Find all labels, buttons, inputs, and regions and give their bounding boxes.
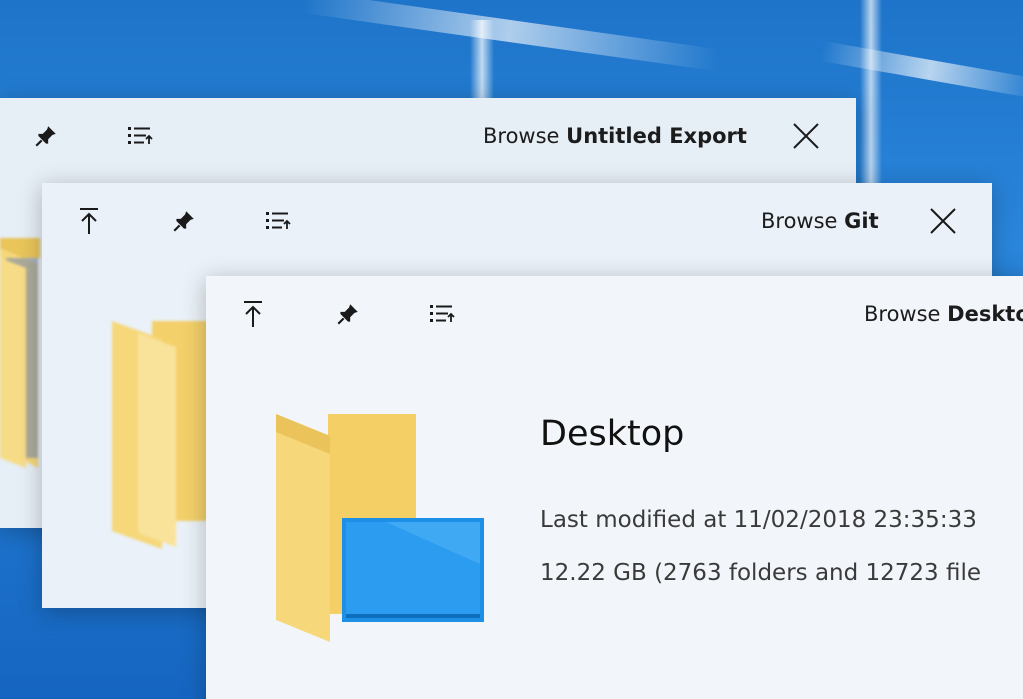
browse-window-desktop: Browse Deskto Desktop Last modified at 1… <box>206 276 1023 699</box>
list-icon <box>266 212 291 229</box>
pin-button[interactable] <box>168 205 200 237</box>
title-prefix: Browse <box>761 209 845 233</box>
pin-button[interactable] <box>332 298 364 330</box>
up-button[interactable] <box>237 298 269 330</box>
close-button[interactable] <box>787 117 825 155</box>
title-folder-name: Untitled Export <box>566 124 747 148</box>
title-folder-name: Git <box>844 209 879 233</box>
close-button[interactable] <box>924 202 962 240</box>
pin-icon <box>35 126 56 147</box>
pin-button[interactable] <box>30 120 62 152</box>
light-beam <box>300 0 720 72</box>
folder-icon <box>0 238 44 472</box>
titlebar: Browse Deskto <box>206 276 1023 352</box>
size-summary-text: 12.22 GB (2763 folders and 12723 file <box>540 560 982 586</box>
title-prefix: Browse <box>483 124 567 148</box>
desktop-folder-icon <box>276 414 488 648</box>
light-beam <box>819 41 1023 99</box>
close-icon <box>793 123 819 149</box>
folder-icon <box>112 321 212 555</box>
title-folder-name: Deskto <box>947 302 1023 326</box>
title-prefix: Browse <box>864 302 948 326</box>
window-title: Browse Untitled Export <box>483 121 747 151</box>
window-title: Browse Git <box>761 206 879 236</box>
titlebar: Browse Untitled Export <box>0 98 856 174</box>
list-button[interactable] <box>262 205 294 237</box>
list-button[interactable] <box>426 298 458 330</box>
pin-icon <box>337 304 358 325</box>
close-icon <box>930 208 956 234</box>
folder-name-heading: Desktop <box>540 414 685 454</box>
pin-icon <box>173 211 194 232</box>
list-button[interactable] <box>124 120 156 152</box>
window-title: Browse Deskto <box>864 299 1023 329</box>
last-modified-text: Last modified at 11/02/2018 23:35:33 <box>540 507 977 533</box>
up-button[interactable] <box>73 205 105 237</box>
arrow-up-icon <box>80 208 98 234</box>
arrow-up-icon <box>244 301 262 327</box>
titlebar: Browse Git <box>42 183 992 259</box>
list-icon <box>128 127 153 144</box>
list-icon <box>430 305 455 322</box>
